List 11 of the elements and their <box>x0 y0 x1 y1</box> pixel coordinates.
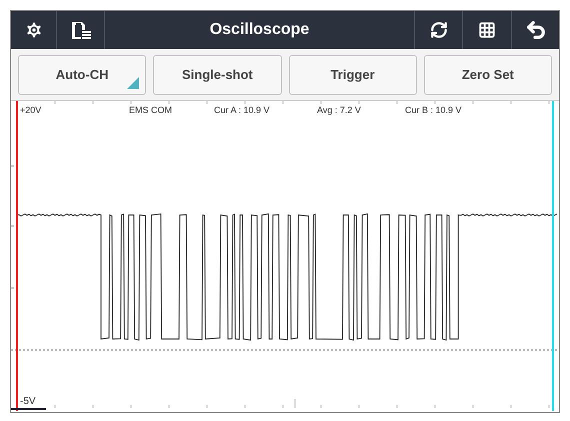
scale-min-label: -5V <box>20 395 36 409</box>
reading-label: EMS COM <box>129 104 172 118</box>
dropdown-button[interactable]: Auto-CH <box>18 54 146 94</box>
reading-label: Cur A : 10.9 V <box>214 104 270 118</box>
reading-label: Avg : 7.2 V <box>317 104 361 118</box>
toolbar-button[interactable]: Single-shot <box>153 54 282 94</box>
window-title: Oscilloscope <box>210 20 310 40</box>
toolbar-button[interactable]: Trigger <box>288 54 417 94</box>
scale-max-label: +20V <box>20 104 42 118</box>
reading-label: Cur B : 10.9 V <box>405 104 462 118</box>
toolbar-button[interactable]: Zero Set <box>424 54 552 94</box>
